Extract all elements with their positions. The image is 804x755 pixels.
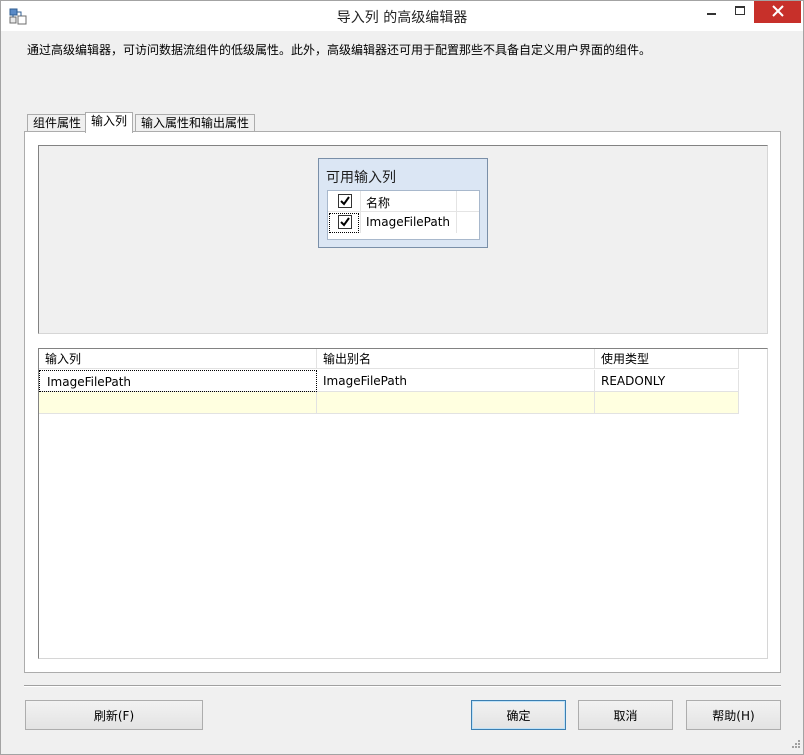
available-columns-list: 名称 ImageFilePath xyxy=(327,190,480,240)
maximize-icon xyxy=(734,5,745,19)
tab-component-properties[interactable]: 组件属性 xyxy=(27,114,88,132)
input-column-cell[interactable]: ImageFilePath xyxy=(39,370,317,392)
title-bar[interactable]: 导入列 的高级编辑器 xyxy=(1,1,803,31)
close-button[interactable] xyxy=(754,1,801,23)
new-input-column-cell[interactable] xyxy=(39,392,317,414)
resize-grip-icon[interactable] xyxy=(791,738,801,752)
available-columns-title: 可用输入列 xyxy=(326,170,396,186)
minimize-button[interactable] xyxy=(698,1,725,23)
cancel-button[interactable]: 取消 xyxy=(578,700,673,730)
available-input-columns-box: 可用输入列 名称 ImageFilePath xyxy=(318,158,488,248)
available-columns-header: 名称 xyxy=(328,191,479,212)
available-columns-area: 可用输入列 名称 ImageFilePath xyxy=(38,145,768,334)
header-divider xyxy=(456,191,457,212)
maximize-button[interactable] xyxy=(726,1,753,23)
ok-button[interactable]: 确定 xyxy=(471,700,566,730)
input-columns-panel: 可用输入列 名称 ImageFilePath 输入列 输出别名 使用类型 Ima… xyxy=(24,131,781,673)
tab-input-columns[interactable]: 输入列 xyxy=(85,112,134,133)
editor-description: 通过高级编辑器，可访问数据流组件的低级属性。此外，高级编辑器还可用于配置那些不具… xyxy=(27,43,652,57)
header-input-column[interactable]: 输入列 xyxy=(39,349,317,369)
imagefilepath-checkbox[interactable] xyxy=(338,215,352,229)
table-row[interactable]: ImageFilePath ImageFilePath READONLY xyxy=(39,370,739,392)
usage-type-cell[interactable]: READONLY xyxy=(595,370,739,392)
refresh-button[interactable]: 刷新(F) xyxy=(25,700,203,730)
close-icon xyxy=(771,4,784,20)
grid-header: 输入列 输出别名 使用类型 xyxy=(39,349,739,369)
header-output-alias[interactable]: 输出别名 xyxy=(317,349,595,369)
row-divider xyxy=(456,212,457,233)
footer-separator xyxy=(24,685,781,687)
new-row[interactable] xyxy=(39,392,739,414)
name-column-header: 名称 xyxy=(366,196,391,210)
minimize-icon xyxy=(706,5,717,19)
header-divider xyxy=(360,191,361,212)
select-all-checkbox[interactable] xyxy=(338,194,352,208)
help-button[interactable]: 帮助(H) xyxy=(686,700,781,730)
row-divider xyxy=(360,212,361,233)
checkmark-icon xyxy=(340,217,350,227)
list-item[interactable]: ImageFilePath xyxy=(328,212,479,233)
new-output-alias-cell[interactable] xyxy=(317,392,595,414)
window-title: 导入列 的高级编辑器 xyxy=(336,10,468,26)
tab-input-output-properties[interactable]: 输入属性和输出属性 xyxy=(135,114,256,132)
input-columns-grid: 输入列 输出别名 使用类型 ImageFilePath ImageFilePat… xyxy=(38,348,768,659)
column-name-label: ImageFilePath xyxy=(366,215,451,229)
checkmark-icon xyxy=(340,196,350,206)
advanced-editor-window: 导入列 的高级编辑器 通过高级编辑器，可访问数据流组件的低级属性。此外，高级编辑… xyxy=(0,0,804,755)
output-alias-cell[interactable]: ImageFilePath xyxy=(317,370,595,392)
header-usage-type[interactable]: 使用类型 xyxy=(595,349,739,369)
new-usage-type-cell[interactable] xyxy=(595,392,739,414)
